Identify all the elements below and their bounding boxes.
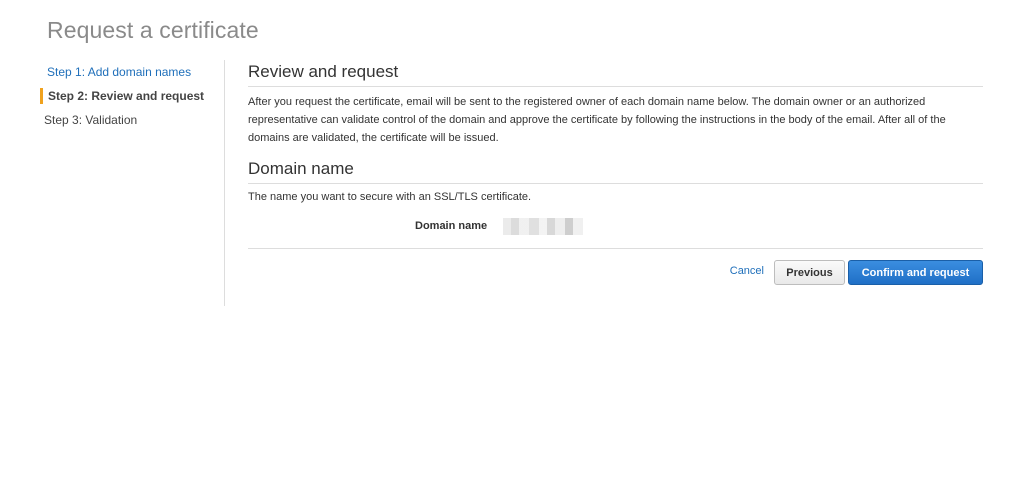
wizard-steps-sidebar: Step 1: Add domain names Step 2: Review … [40,60,225,306]
cancel-link[interactable]: Cancel [730,265,764,277]
step-add-domain-names-link[interactable]: Step 1: Add domain names [47,64,191,80]
section-divider [248,248,983,249]
confirm-and-request-button[interactable]: Confirm and request [848,260,983,285]
step-review-and-request-current: Step 2: Review and request [40,88,204,104]
action-bar: Cancel Previous Confirm and request [248,260,983,290]
domain-name-label: Domain name [415,220,488,232]
review-heading: Review and request [248,60,983,87]
domain-name-description: The name you want to secure with an SSL/… [248,191,532,203]
review-panel: Review and request After you request the… [248,60,983,290]
previous-button[interactable]: Previous [774,260,845,285]
review-description: After you request the certificate, email… [248,96,946,144]
domain-name-value-redacted [503,218,583,235]
domain-name-heading: Domain name [248,159,983,184]
step-validation: Step 3: Validation [44,113,138,127]
page-title: Request a certificate [47,17,259,43]
domain-name-row: Domain name [248,218,983,242]
